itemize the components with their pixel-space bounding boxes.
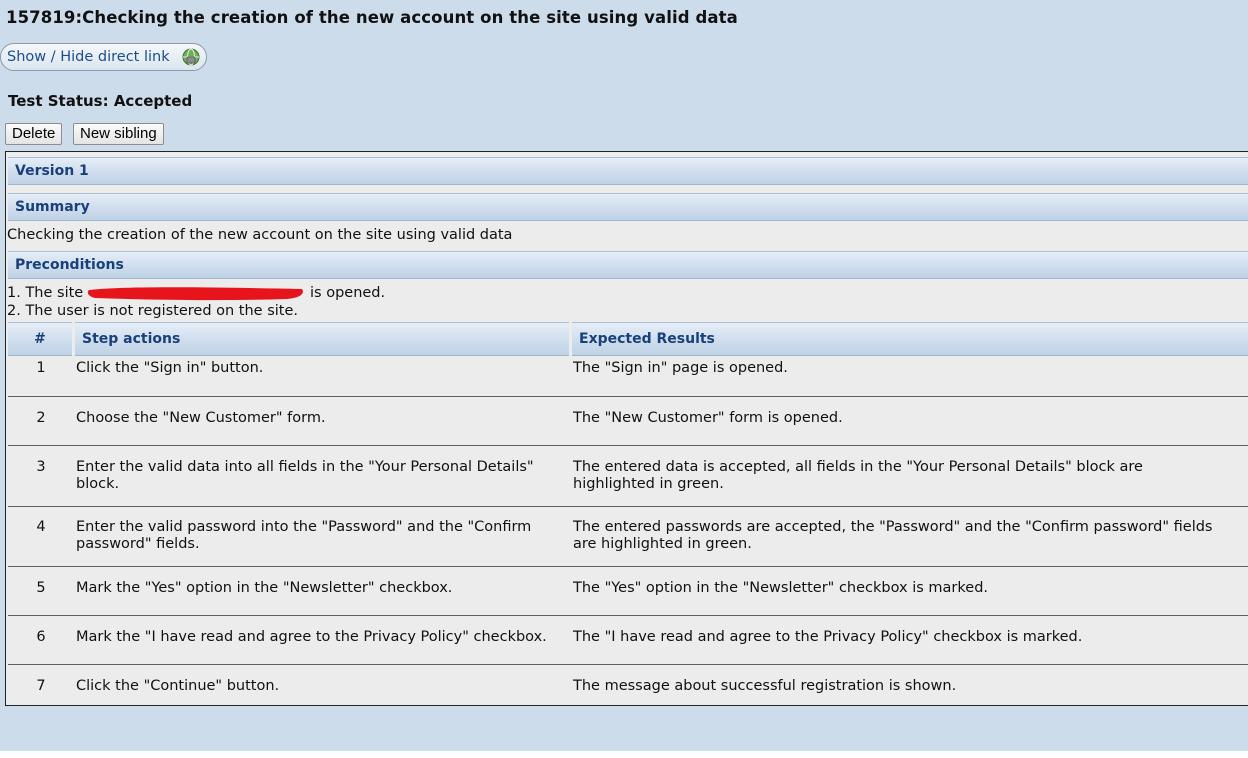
table-row: 6 Mark the "I have read and agree to the… (8, 616, 1248, 665)
column-header-number: # (8, 322, 72, 356)
table-row: 3 Enter the valid data into all fields i… (8, 446, 1248, 507)
page-title: 157819:Checking the creation of the new … (6, 8, 738, 27)
summary-text: Checking the creation of the new account… (7, 227, 513, 243)
step-action: Click the "Continue" button. (76, 678, 280, 694)
precondition-1-prefix: 1. The site (7, 285, 84, 301)
step-expected-result: The "Yes" option in the "Newsletter" che… (573, 580, 989, 596)
step-action: Choose the "New Customer" form. (76, 410, 326, 426)
table-row: 2 Choose the "New Customer" form. The "N… (8, 397, 1248, 446)
column-header-step-actions: Step actions (75, 322, 569, 356)
preconditions-header: Preconditions (8, 251, 1248, 279)
step-number: 6 (36, 629, 46, 645)
precondition-2: 2. The user is not registered on the sit… (7, 303, 299, 319)
step-expected-result: The entered passwords are accepted, the … (573, 519, 1213, 552)
step-number: 1 (36, 360, 46, 376)
summary-header: Summary (8, 193, 1248, 221)
redaction-mark (87, 287, 303, 301)
column-header-expected-results: Expected Results (572, 322, 1248, 356)
show-hide-direct-link-button[interactable]: Show / Hide direct link (0, 43, 207, 71)
globe-icon (182, 48, 200, 66)
step-expected-result: The "Sign in" page is opened. (573, 360, 788, 376)
test-status: Test Status: Accepted (8, 92, 193, 110)
step-expected-result: The message about successful registratio… (573, 678, 957, 694)
step-action: Click the "Sign in" button. (76, 360, 264, 376)
delete-button[interactable]: Delete (5, 123, 63, 145)
step-number: 5 (36, 580, 46, 596)
step-action: Enter the valid data into all fields in … (76, 459, 534, 492)
step-action: Enter the valid password into the "Passw… (76, 519, 532, 552)
step-expected-result: The "I have read and agree to the Privac… (573, 629, 1083, 645)
version-header: Version 1 (8, 157, 1248, 185)
step-expected-result: The "New Customer" form is opened. (573, 410, 843, 426)
step-action: Mark the "Yes" option in the "Newsletter… (76, 580, 453, 596)
step-action: Mark the "I have read and agree to the P… (76, 629, 547, 645)
step-number: 7 (36, 678, 46, 694)
step-number: 4 (36, 519, 46, 535)
precondition-1-suffix: is opened. (310, 285, 386, 301)
table-row: 7 Click the "Continue" button. The messa… (8, 665, 1248, 705)
step-number: 2 (36, 410, 46, 426)
direct-link-label: Show / Hide direct link (7, 49, 170, 65)
step-number: 3 (36, 459, 46, 475)
table-row: 4 Enter the valid password into the "Pas… (8, 507, 1248, 567)
test-case-page: 157819:Checking the creation of the new … (0, 0, 1248, 751)
table-row: 5 Mark the "Yes" option in the "Newslett… (8, 567, 1248, 616)
step-expected-result: The entered data is accepted, all fields… (573, 459, 1143, 492)
new-sibling-button[interactable]: New sibling (73, 123, 164, 145)
table-row: 1 Click the "Sign in" button. The "Sign … (8, 357, 1248, 397)
